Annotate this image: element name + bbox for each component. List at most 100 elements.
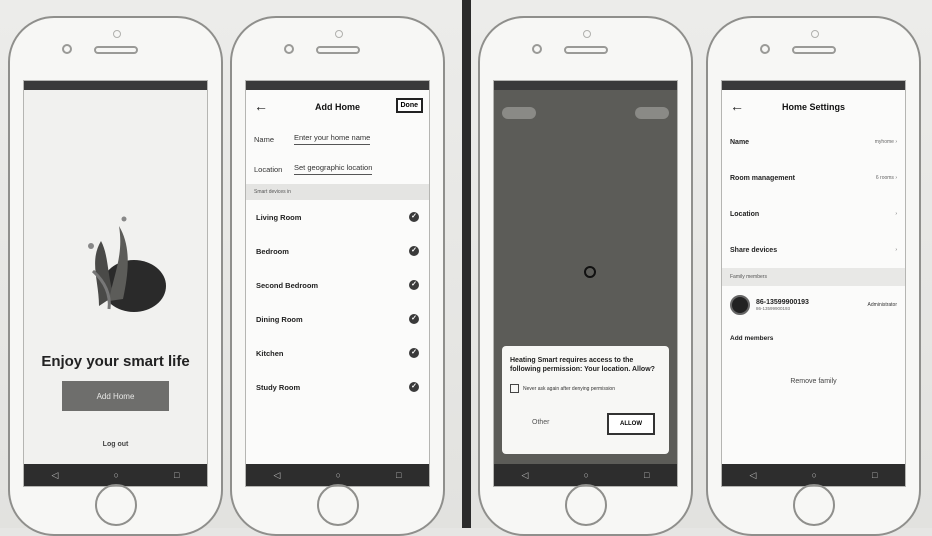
done-button[interactable]: Done bbox=[395, 98, 423, 113]
hardware-home-button[interactable] bbox=[94, 484, 137, 526]
section-header: Smart devices in bbox=[246, 184, 429, 200]
page-divider bbox=[462, 0, 471, 528]
chevron-right-icon: › bbox=[895, 247, 897, 253]
settings-row-share[interactable]: Share devices › bbox=[722, 232, 905, 268]
check-icon[interactable]: ✓ bbox=[409, 246, 419, 256]
header: ← Home Settings bbox=[722, 90, 905, 124]
member-name: 86-13599900193 bbox=[756, 299, 809, 306]
home-name-input[interactable]: Enter your home name bbox=[294, 133, 371, 145]
nav-home-icon[interactable]: ○ bbox=[336, 470, 341, 480]
room-row[interactable]: Study Room ✓ bbox=[246, 370, 429, 404]
nav-recents-icon[interactable]: □ bbox=[396, 470, 401, 480]
room-label: Second Bedroom bbox=[256, 280, 319, 290]
phone-2: ← Add Home Done Name Enter your home nam… bbox=[230, 16, 445, 536]
row-label: Share devices bbox=[730, 246, 778, 254]
location-label: Location bbox=[254, 164, 283, 174]
room-row[interactable]: Dining Room ✓ bbox=[246, 302, 429, 336]
nav-home-icon[interactable]: ○ bbox=[114, 470, 119, 480]
never-ask-checkbox[interactable] bbox=[510, 384, 519, 393]
allow-button[interactable]: ALLOW bbox=[607, 413, 655, 435]
nav-home-icon[interactable]: ○ bbox=[812, 470, 817, 480]
sensor-dot bbox=[112, 30, 121, 38]
room-row[interactable]: Living Room ✓ bbox=[246, 200, 429, 234]
speaker-grille bbox=[791, 46, 836, 54]
member-row[interactable]: 86-13599900193 86-13599900193 Administra… bbox=[722, 286, 905, 324]
android-nav-bar: ◁ ○ □ bbox=[494, 464, 677, 486]
status-bar bbox=[494, 81, 677, 90]
name-value: myhome bbox=[874, 139, 894, 145]
speaker-grille bbox=[563, 46, 608, 54]
nav-recents-icon[interactable]: □ bbox=[174, 470, 179, 480]
status-bar bbox=[24, 81, 207, 90]
android-nav-bar: ◁ ○ □ bbox=[246, 464, 429, 486]
camera-icon bbox=[284, 44, 294, 54]
status-bar bbox=[246, 81, 429, 90]
name-field-row: Name Enter your home name bbox=[246, 124, 429, 154]
nav-recents-icon[interactable]: □ bbox=[644, 470, 649, 480]
android-nav-bar: ◁ ○ □ bbox=[24, 464, 207, 486]
map-pin-icon[interactable] bbox=[584, 266, 596, 278]
location-field-row: Location Set geographic location bbox=[246, 154, 429, 184]
camera-icon bbox=[62, 44, 72, 54]
name-label: Name bbox=[254, 134, 275, 144]
row-label: Name bbox=[730, 138, 750, 146]
check-icon[interactable]: ✓ bbox=[409, 280, 419, 290]
add-members-link[interactable]: Add members bbox=[722, 324, 905, 354]
chevron-right-icon: › bbox=[895, 211, 897, 217]
row-value: 6 rooms › bbox=[875, 175, 897, 181]
hardware-home-button[interactable] bbox=[316, 484, 359, 526]
remove-family-button[interactable]: Remove family bbox=[722, 364, 905, 400]
android-nav-bar: ◁ ○ □ bbox=[722, 464, 905, 486]
add-home-button[interactable]: Add Home bbox=[62, 381, 169, 411]
plant-illustration bbox=[88, 216, 166, 312]
location-input[interactable]: Set geographic location bbox=[294, 163, 373, 175]
nav-back-icon[interactable]: ◁ bbox=[750, 470, 757, 481]
map-confirm-button[interactable] bbox=[635, 107, 669, 119]
member-info: 86-13599900193 86-13599900193 bbox=[756, 299, 809, 311]
phone-1: Enjoy your smart life Add Home Log out ◁… bbox=[8, 16, 223, 536]
speaker-grille bbox=[315, 46, 360, 54]
phone-3: Heating Smart requires access to the fol… bbox=[478, 16, 693, 536]
room-label: Dining Room bbox=[256, 314, 303, 324]
nav-home-icon[interactable]: ○ bbox=[584, 470, 589, 480]
row-value: myhome › bbox=[874, 139, 897, 145]
settings-row-location[interactable]: Location › bbox=[722, 196, 905, 232]
row-label: Location bbox=[730, 210, 760, 218]
room-label: Living Room bbox=[256, 212, 302, 222]
settings-row-rooms[interactable]: Room management 6 rooms › bbox=[722, 160, 905, 196]
check-icon[interactable]: ✓ bbox=[409, 382, 419, 392]
camera-icon bbox=[760, 44, 770, 54]
room-row[interactable]: Kitchen ✓ bbox=[246, 336, 429, 370]
member-account: 86-13599900193 bbox=[756, 306, 791, 311]
row-label: Room management bbox=[730, 174, 795, 182]
camera-icon bbox=[532, 44, 542, 54]
nav-back-icon[interactable]: ◁ bbox=[522, 470, 529, 481]
hardware-home-button[interactable] bbox=[564, 484, 607, 526]
welcome-screen: Enjoy your smart life Add Home Log out ◁… bbox=[23, 80, 208, 487]
arrow-left-icon[interactable]: ← bbox=[254, 98, 268, 114]
family-section-header: Family members bbox=[722, 268, 905, 286]
logout-link[interactable]: Log out bbox=[24, 441, 207, 448]
map-cancel-button[interactable] bbox=[502, 107, 536, 119]
check-icon[interactable]: ✓ bbox=[409, 212, 419, 222]
phone-4: ← Home Settings Name myhome › Room manage… bbox=[706, 16, 921, 536]
nav-back-icon[interactable]: ◁ bbox=[52, 470, 59, 481]
never-ask-label: Never ask again after denying permission bbox=[523, 385, 615, 392]
nav-recents-icon[interactable]: □ bbox=[872, 470, 877, 480]
arrow-left-icon[interactable]: ← bbox=[730, 98, 744, 114]
hardware-home-button[interactable] bbox=[792, 484, 835, 526]
header: ← Add Home Done bbox=[246, 90, 429, 124]
status-bar bbox=[722, 81, 905, 90]
other-button[interactable]: Other bbox=[532, 419, 550, 426]
page-title: Home Settings bbox=[781, 102, 845, 112]
check-icon[interactable]: ✓ bbox=[409, 314, 419, 324]
add-home-screen: ← Add Home Done Name Enter your home nam… bbox=[245, 80, 430, 487]
home-settings-screen: ← Home Settings Name myhome › Room manage… bbox=[721, 80, 906, 487]
never-ask-row[interactable]: Never ask again after denying permission bbox=[510, 384, 615, 393]
check-icon[interactable]: ✓ bbox=[409, 348, 419, 358]
sensor-dot bbox=[582, 30, 591, 38]
room-row[interactable]: Second Bedroom ✓ bbox=[246, 268, 429, 302]
room-row[interactable]: Bedroom ✓ bbox=[246, 234, 429, 268]
nav-back-icon[interactable]: ◁ bbox=[274, 470, 281, 481]
settings-row-name[interactable]: Name myhome › bbox=[722, 124, 905, 160]
